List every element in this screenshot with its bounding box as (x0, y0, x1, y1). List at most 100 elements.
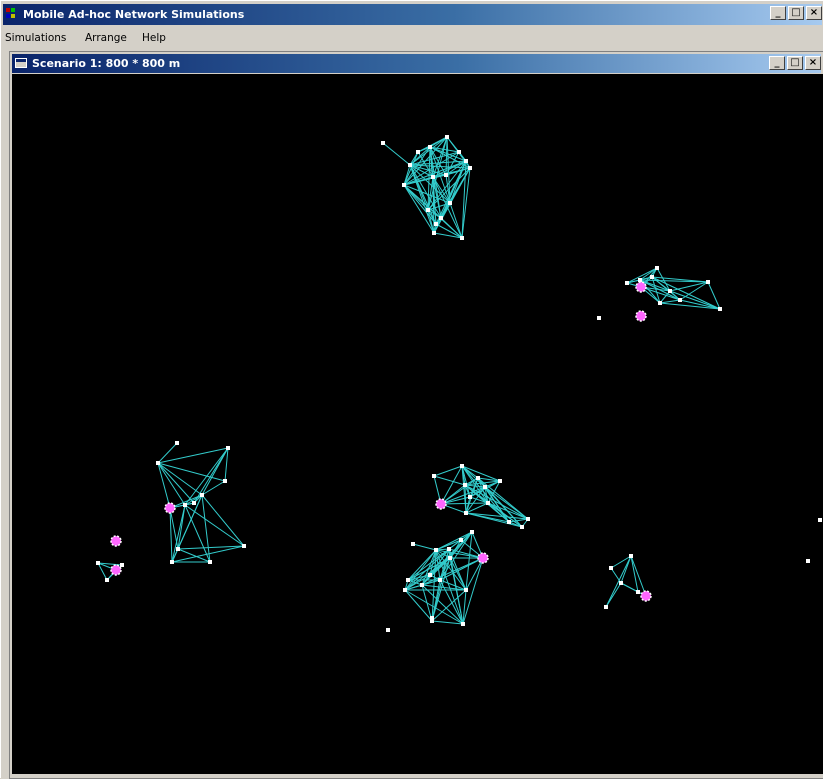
network-node (434, 548, 438, 552)
network-node (806, 559, 810, 563)
simulation-canvas[interactable] (12, 74, 823, 774)
network-node (609, 566, 613, 570)
network-link (193, 447, 229, 504)
network-node (434, 222, 438, 226)
network-node (200, 493, 204, 497)
network-node (444, 173, 448, 177)
special-node (477, 552, 489, 564)
network-link (465, 512, 523, 528)
network-node (403, 588, 407, 592)
network-node (625, 281, 629, 285)
network-node (420, 583, 424, 587)
network-node (406, 578, 410, 582)
menu-bar: Simulations Arrange Help (3, 28, 822, 48)
network-node (636, 590, 640, 594)
network-node (678, 298, 682, 302)
network-node (445, 135, 449, 139)
network-node (381, 141, 385, 145)
network-node (470, 530, 474, 534)
network-node (498, 479, 502, 483)
menu-help[interactable]: Help (142, 32, 166, 44)
window-icon (15, 58, 27, 68)
scenario-titlebar[interactable]: Scenario 1: 800 * 800 m _ □ × (12, 54, 821, 73)
network-link (171, 504, 186, 563)
network-link (382, 142, 411, 166)
network-node (439, 216, 443, 220)
network-node (464, 588, 468, 592)
network-node (223, 479, 227, 483)
network-node (192, 501, 196, 505)
network-link (404, 574, 431, 591)
network-node (655, 266, 659, 270)
network-node (447, 547, 451, 551)
network-link (201, 494, 245, 547)
network-node (463, 483, 467, 487)
network-node (468, 166, 472, 170)
network-node (208, 560, 212, 564)
network-link (439, 531, 473, 581)
network-node (242, 544, 246, 548)
network-link (440, 502, 489, 505)
network-node (448, 201, 452, 205)
network-link (669, 281, 709, 292)
network-link (157, 447, 229, 464)
network-link (440, 465, 463, 505)
network-node (718, 307, 722, 311)
minimize-button[interactable]: _ (770, 6, 786, 20)
network-node (668, 289, 672, 293)
scenario-close-button[interactable]: × (805, 56, 821, 70)
network-node (457, 150, 461, 154)
menu-arrange[interactable]: Arrange (85, 32, 127, 44)
network-node (464, 511, 468, 515)
scenario-title: Scenario 1: 800 * 800 m (32, 57, 181, 70)
restore-button[interactable]: □ (788, 6, 804, 20)
network-node (476, 476, 480, 480)
special-node (635, 281, 647, 293)
network-node (120, 563, 124, 567)
network-link (433, 475, 466, 486)
network-node (464, 159, 468, 163)
scenario-window-controls: _ □ × (769, 56, 821, 70)
network-node (468, 495, 472, 499)
network-node (438, 578, 442, 582)
network-node (460, 464, 464, 468)
app-titlebar[interactable]: Mobile Ad-hoc Network Simulations _ □ × (3, 4, 822, 25)
network-link (412, 543, 437, 551)
network-node (818, 518, 822, 522)
special-node (164, 502, 176, 514)
close-button[interactable]: × (806, 6, 822, 20)
network-node (411, 542, 415, 546)
network-node (176, 547, 180, 551)
special-node (110, 564, 122, 576)
network-node (597, 316, 601, 320)
network-node (432, 231, 436, 235)
network-node (430, 616, 434, 620)
network-link (659, 299, 681, 304)
app-window-controls: _ □ × (770, 6, 822, 22)
network-link (157, 462, 203, 496)
network-node (431, 175, 435, 179)
special-node (110, 535, 122, 547)
network-node (448, 556, 452, 560)
scenario-restore-button[interactable]: □ (787, 56, 803, 70)
network-node (386, 628, 390, 632)
menu-simulations[interactable]: Simulations (5, 32, 66, 44)
network-node (183, 503, 187, 507)
network-link (630, 555, 639, 593)
network-topology (96, 135, 822, 632)
network-node (650, 275, 654, 279)
scenario-minimize-button[interactable]: _ (769, 56, 785, 70)
network-node (459, 538, 463, 542)
network-node (706, 280, 710, 284)
network-node (604, 605, 608, 609)
network-node (460, 236, 464, 240)
network-node (402, 183, 406, 187)
network-node (461, 622, 465, 626)
network-node (416, 150, 420, 154)
network-node (175, 441, 179, 445)
network-node (96, 561, 100, 565)
network-node (408, 163, 412, 167)
network-node (428, 573, 432, 577)
special-node (435, 498, 447, 510)
app-network-icon (6, 8, 20, 20)
